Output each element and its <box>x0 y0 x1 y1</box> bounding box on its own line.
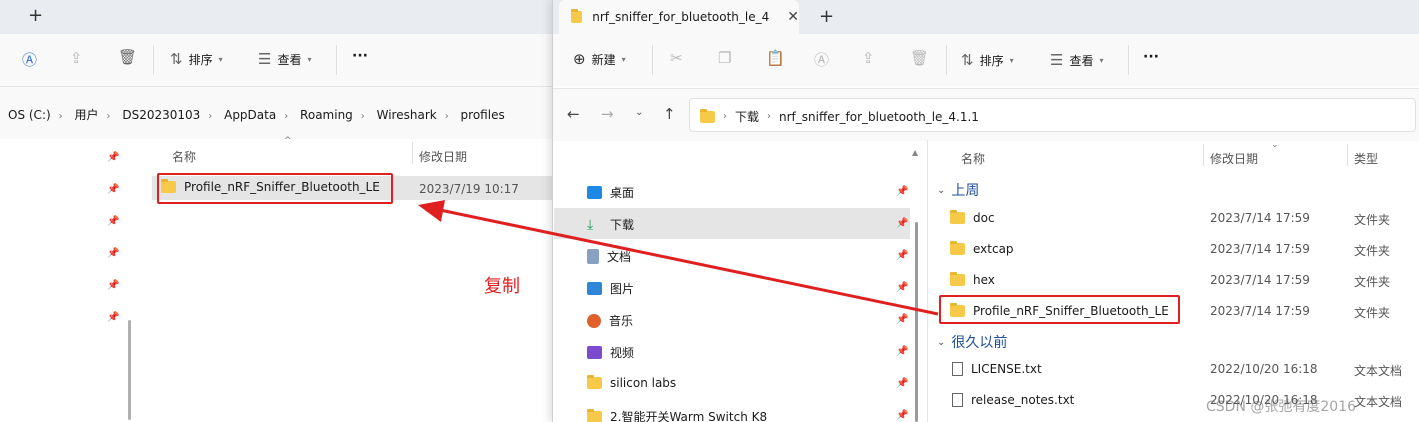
watermark: CSDN @张弛有度2016 <box>1206 399 1356 415</box>
copy-annotation-label: 复制 <box>484 276 520 297</box>
copy-arrow-annotation <box>418 200 939 316</box>
